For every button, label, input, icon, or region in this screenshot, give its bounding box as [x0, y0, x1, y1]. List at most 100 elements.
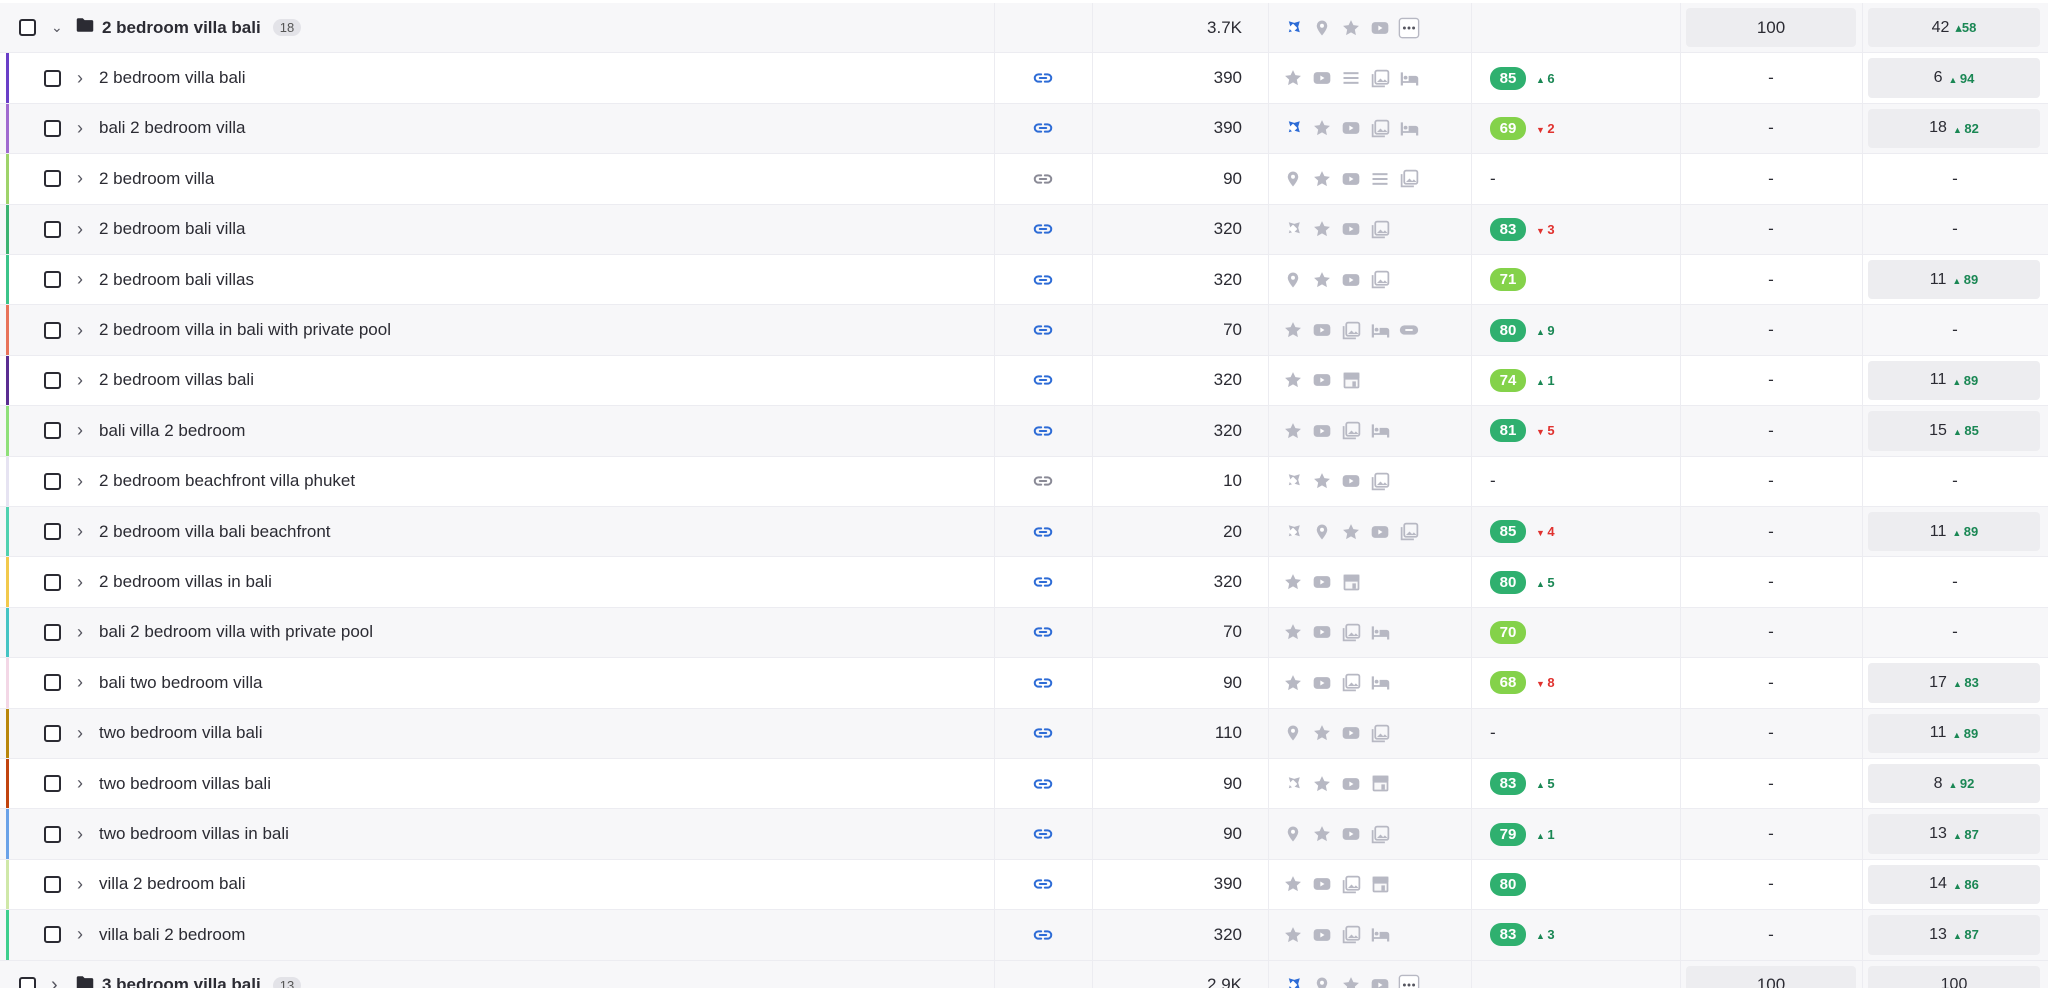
keyword-row[interactable]: › villa bali 2 bedroom 320 83 ▲ 3 - 13 ▲ 87: [0, 910, 2048, 961]
serp-link-icon[interactable]: [1028, 154, 1058, 203]
keyword-text[interactable]: 2 bedroom villas in bali: [99, 557, 272, 606]
keyword-text[interactable]: two bedroom villa bali: [99, 709, 262, 758]
serp-link-icon[interactable]: [1028, 104, 1058, 153]
keyword-group-row-next[interactable]: › 3 bedroom villa bali 13 2.9K 100 100: [0, 960, 2048, 988]
keyword-row[interactable]: › 2 bedroom beachfront villa phuket 10 - - -: [0, 456, 2048, 507]
expand-row-chevron-icon[interactable]: ›: [77, 860, 83, 909]
keyword-row[interactable]: › 2 bedroom villa bali 390 85 ▲ 6-6 ▲ 94: [0, 53, 2048, 104]
expand-row-chevron-icon[interactable]: ›: [77, 356, 83, 405]
row-select-checkbox[interactable]: [44, 406, 61, 455]
row-select-checkbox[interactable]: [44, 205, 61, 254]
keyword-text[interactable]: villa 2 bedroom bali: [99, 860, 245, 909]
expand-row-chevron-icon[interactable]: ›: [77, 457, 83, 506]
expand-row-chevron-icon[interactable]: ›: [77, 255, 83, 304]
keyword-text[interactable]: bali 2 bedroom villa with private pool: [99, 608, 373, 657]
serp-link-icon[interactable]: [1028, 608, 1058, 657]
expand-row-chevron-icon[interactable]: ›: [77, 658, 83, 707]
keyword-row[interactable]: › 2 bedroom bali villas 320 71 - 11 ▲ 89: [0, 255, 2048, 306]
row-select-checkbox[interactable]: [44, 860, 61, 909]
serp-link-icon[interactable]: [1028, 759, 1058, 808]
serp-link-icon[interactable]: [1028, 860, 1058, 909]
row-select-checkbox[interactable]: [44, 809, 61, 858]
keyword-text[interactable]: 2 bedroom villa bali beachfront: [99, 507, 331, 556]
expand-row-chevron-icon[interactable]: ›: [77, 104, 83, 153]
expand-row-chevron-icon[interactable]: ›: [77, 910, 83, 959]
expand-row-chevron-icon[interactable]: ›: [77, 759, 83, 808]
expand-group-chevron-icon[interactable]: ⌄: [51, 3, 63, 52]
keyword-row[interactable]: › bali two bedroom villa 90 68 ▼ 8 - 17 ▲ 83: [0, 658, 2048, 709]
keyword-row[interactable]: › 2 bedroom bali villa 320 83 ▼ 3 - -: [0, 204, 2048, 255]
keyword-row[interactable]: › bali villa 2 bedroom 320 81 ▼ 5 - 15 ▲ 85: [0, 406, 2048, 457]
keyword-text[interactable]: 2 bedroom villa bali: [99, 53, 245, 102]
expand-row-chevron-icon[interactable]: ›: [77, 205, 83, 254]
keyword-row[interactable]: › villa 2 bedroom bali 390 80 - 14 ▲ 86: [0, 859, 2048, 911]
keyword-text[interactable]: bali two bedroom villa: [99, 658, 262, 707]
keyword-text[interactable]: 2 bedroom villa: [99, 154, 214, 203]
keyword-row[interactable]: › bali 2 bedroom villa with private pool 7…: [0, 607, 2048, 659]
expand-row-chevron-icon[interactable]: ›: [77, 507, 83, 556]
serp-link-icon[interactable]: [1028, 910, 1058, 959]
expand-row-chevron-icon[interactable]: ›: [77, 53, 83, 102]
keyword-row[interactable]: › 2 bedroom villa bali beachfront 20 85 ▼ 4 -…: [0, 507, 2048, 558]
row-select-checkbox[interactable]: [44, 658, 61, 707]
keyword-row[interactable]: › bali 2 bedroom villa 390 69 ▼ 2 - 18 ▲ 82: [0, 103, 2048, 155]
serp-link-icon[interactable]: [1028, 557, 1058, 606]
keyword-text[interactable]: bali villa 2 bedroom: [99, 406, 245, 455]
group-select-checkbox[interactable]: [19, 3, 36, 52]
keyword-text[interactable]: 2 bedroom bali villas: [99, 255, 254, 304]
position-delta-value: 87: [1964, 826, 1979, 842]
serp-link-icon[interactable]: [1028, 255, 1058, 304]
expand-row-chevron-icon[interactable]: ›: [77, 406, 83, 455]
row-select-checkbox[interactable]: [44, 154, 61, 203]
keyword-row[interactable]: › 2 bedroom villas in bali 320 80 ▲ 5 - -: [0, 557, 2048, 608]
group-keyword[interactable]: 3 bedroom villa bali: [102, 975, 261, 988]
group-keyword[interactable]: 2 bedroom villa bali: [102, 18, 261, 38]
serp-link-icon[interactable]: [1028, 507, 1058, 556]
row-select-checkbox[interactable]: [44, 910, 61, 959]
keyword-row[interactable]: › 2 bedroom villas bali 320 74 ▲ 1 - 11 ▲ 89: [0, 355, 2048, 407]
row-select-checkbox[interactable]: [44, 305, 61, 354]
row-select-checkbox[interactable]: [44, 457, 61, 506]
serp-link-icon[interactable]: [1028, 53, 1058, 102]
expand-row-chevron-icon[interactable]: ›: [77, 709, 83, 758]
expand-row-chevron-icon[interactable]: ›: [77, 305, 83, 354]
serp-link-icon[interactable]: [1028, 658, 1058, 707]
keyword-text[interactable]: two bedroom villas bali: [99, 759, 271, 808]
keyword-row[interactable]: › two bedroom villas in bali 90 79 ▲ 1 - 13 ▲ 8…: [0, 809, 2048, 860]
keyword-text[interactable]: 2 bedroom villa in bali with private poo…: [99, 305, 391, 354]
expand-row-chevron-icon[interactable]: ›: [77, 154, 83, 203]
keyword-text[interactable]: bali 2 bedroom villa: [99, 104, 245, 153]
row-select-checkbox[interactable]: [44, 557, 61, 606]
keyword-group-row[interactable]: ⌄ 2 bedroom villa bali 18 3.7K 100 42 ▴58: [0, 3, 2048, 54]
serp-link-icon[interactable]: [1028, 305, 1058, 354]
serp-link-icon[interactable]: [1028, 809, 1058, 858]
row-select-checkbox[interactable]: [44, 255, 61, 304]
row-select-checkbox[interactable]: [44, 507, 61, 556]
row-select-checkbox[interactable]: [44, 759, 61, 808]
serp-link-icon[interactable]: [1028, 205, 1058, 254]
keyword-text[interactable]: 2 bedroom villas bali: [99, 356, 254, 405]
serp-link-icon[interactable]: [1028, 709, 1058, 758]
keyword-row[interactable]: › two bedroom villas bali 90 83 ▲ 5 - 8 ▲ 92: [0, 759, 2048, 810]
keyword-text[interactable]: villa bali 2 bedroom: [99, 910, 245, 959]
row-select-checkbox[interactable]: [44, 608, 61, 657]
keyword-text[interactable]: 2 bedroom bali villa: [99, 205, 245, 254]
row-select-checkbox[interactable]: [44, 356, 61, 405]
keyword-text[interactable]: 2 bedroom beachfront villa phuket: [99, 457, 355, 506]
serp-link-icon[interactable]: [1028, 406, 1058, 455]
serp-link-icon[interactable]: [1028, 356, 1058, 405]
keyword-row[interactable]: › 2 bedroom villa 90 - - -: [0, 154, 2048, 205]
row-select-checkbox[interactable]: [44, 53, 61, 102]
expand-group-chevron-icon[interactable]: ›: [51, 961, 58, 988]
expand-row-chevron-icon[interactable]: ›: [77, 809, 83, 858]
keyword-text[interactable]: two bedroom villas in bali: [99, 809, 289, 858]
expand-row-chevron-icon[interactable]: ›: [77, 608, 83, 657]
keyword-row[interactable]: › two bedroom villa bali 110 - - 11 ▲ 89: [0, 708, 2048, 759]
keyword-difficulty: 83 ▲ 3: [1490, 910, 1555, 959]
row-select-checkbox[interactable]: [44, 709, 61, 758]
serp-link-icon[interactable]: [1028, 457, 1058, 506]
row-select-checkbox[interactable]: [44, 104, 61, 153]
group-select-checkbox[interactable]: [19, 961, 36, 988]
keyword-row[interactable]: › 2 bedroom villa in bali with private po…: [0, 305, 2048, 356]
expand-row-chevron-icon[interactable]: ›: [77, 557, 83, 606]
